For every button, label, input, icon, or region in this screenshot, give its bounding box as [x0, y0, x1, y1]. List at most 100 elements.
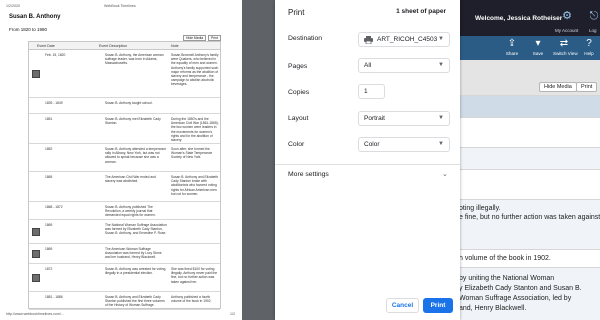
chevron-down-icon[interactable]: ⌄ [442, 170, 448, 178]
event-description-cell: The American Woman Suffrage Association … [105, 247, 162, 260]
table-row: 1872 Susan B. Anthony was arrested for vo… [29, 264, 220, 292]
portrait-thumbnail [32, 70, 40, 78]
table-row [455, 169, 600, 199]
pages-value: All [364, 62, 372, 69]
chevron-down-icon: ▼ [438, 115, 444, 121]
switch-view-button[interactable]: ⇄ Switch View [553, 38, 578, 59]
table-row: 1865 The American Civil War ended and sla… [29, 172, 220, 202]
note-cell: Soon after, she formed the Woman's State… [171, 147, 213, 160]
preview-footer-url: http://www.webbooktimelines.com/... [6, 312, 64, 316]
table-row: 1868 - 1872 Susan B. Anthony published Th… [29, 202, 220, 220]
pages-label: Pages [288, 63, 308, 70]
app-button-bar: Hide Media Print [455, 78, 600, 94]
color-select[interactable]: Color ▼ [358, 137, 450, 152]
dialog-title: Print [288, 8, 305, 17]
destination-select[interactable]: ART_RICOH_C4503 ▼ [358, 32, 450, 47]
share-label: Share [505, 51, 519, 56]
table-row: 1869 The National Woman Suffrage Associat… [29, 220, 220, 244]
table-row: 1881 - 1886 Susan B. Anthony and Elizabet… [29, 292, 220, 310]
note-cell: Susan B. Anthony and Elizabeth Cady Stan… [171, 175, 219, 196]
chevron-down-icon: ▼ [438, 141, 444, 147]
layout-label: Layout [288, 115, 309, 122]
save-button[interactable]: ▾ Save [527, 38, 549, 59]
layout-value: Portrait [364, 115, 385, 122]
note-cell [171, 205, 219, 219]
table-row [455, 147, 600, 169]
column-header: Note [171, 44, 179, 48]
color-value: Color [364, 141, 380, 148]
copies-input[interactable]: 1 [358, 84, 385, 99]
copies-value: 1 [364, 88, 368, 95]
event-date-cell: Feb. 15, 1820 [45, 53, 66, 57]
event-date-cell: 1869 [45, 223, 53, 227]
logout-icon[interactable]: ⎋ [585, 9, 600, 23]
destination-label: Destination [288, 35, 323, 42]
app-timeline-table: oting illegally. e fine, but no further … [455, 95, 600, 320]
event-date-cell: 1865 [45, 175, 53, 179]
save-label: Save [532, 51, 544, 56]
table-row: h volume of the book in 1902. [455, 249, 600, 267]
hide-media-button[interactable]: Hide Media [539, 82, 577, 92]
table-row: oting illegally. e fine, but no further … [455, 199, 600, 249]
sheet-count: 1 sheet of paper [396, 8, 446, 15]
event-description-cell: Susan B. Anthony taught school. [105, 101, 153, 105]
event-description-cell: Susan B. Anthony met Elizabeth Cady Stan… [105, 117, 161, 126]
layout-select[interactable]: Portrait ▼ [358, 111, 450, 126]
row-text: e fine, but no further action was taken … [459, 214, 600, 221]
preview-table-header: Event Date Event Description Note [29, 42, 220, 50]
column-header: Event Date [37, 44, 55, 48]
preview-header-site: WebBook Timelines [104, 4, 136, 8]
logout-link[interactable]: Log [589, 28, 597, 33]
app-header: Welcome, Jessica Rotheiser ⚙ My Account … [455, 0, 600, 36]
event-description-cell: The National Woman Suffrage Association … [105, 223, 167, 236]
app-print-button[interactable]: Print [576, 82, 598, 92]
save-icon: ▾ [535, 38, 541, 49]
row-text: h volume of the book in 1902. [459, 255, 551, 262]
cancel-button[interactable]: Cancel [386, 298, 419, 313]
note-cell [171, 247, 219, 263]
destination-value: ART_RICOH_C4503 [377, 36, 438, 43]
my-account-icon[interactable]: ⚙ [558, 9, 576, 23]
note-cell: Anthony published a fourth volume of the… [171, 295, 212, 304]
preview-footer-page: 1/2 [230, 312, 235, 316]
welcome-message: Welcome, Jessica Rotheiser [475, 15, 563, 22]
pages-select[interactable]: All ▼ [358, 58, 450, 73]
switch-view-icon: ⇄ [559, 38, 569, 49]
table-row [455, 117, 600, 147]
event-description-cell: Susan B. Anthony was arrested for voting… [105, 267, 166, 276]
event-date-cell: 1852 [45, 147, 53, 151]
print-button[interactable]: Print [423, 298, 453, 313]
table-row: 1851 Susan B. Anthony met Elizabeth Cady … [29, 114, 220, 144]
event-description-cell: Susan B. Anthony published The Revolutio… [105, 205, 156, 218]
event-date-cell: 1839 - 1849 [45, 101, 63, 105]
print-dialog: Print 1 sheet of paper Destination ART_R… [275, 0, 460, 320]
event-date-cell: 1869 [45, 247, 53, 251]
row-text: and, Henry Blackwell. [459, 305, 527, 312]
table-row: by uniting the National Woman y Elizabet… [455, 267, 600, 320]
event-description-cell: Susan B. Anthony and Elizabeth Cady Stan… [105, 295, 165, 308]
my-account-link[interactable]: My Account [555, 28, 578, 33]
event-date-cell: 1872 [45, 267, 53, 271]
help-icon: ? [586, 38, 592, 49]
row-text: by uniting the National Woman [459, 275, 555, 282]
portrait-thumbnail [32, 274, 40, 282]
table-row: 1852 Susan B. Anthony attended a temperan… [29, 144, 220, 172]
table-header-row [455, 95, 600, 117]
more-settings-toggle[interactable]: More settings [288, 171, 329, 178]
copies-label: Copies [288, 89, 310, 96]
note-cell [171, 101, 219, 113]
preview-page: 1/2/2020 WebBook Timelines Susan B. Anth… [0, 0, 242, 320]
note-cell: Susan Brownell Anthony's family were Qua… [171, 53, 219, 87]
preview-table: Event Date Event Description Note Feb. 1… [28, 41, 221, 310]
help-button[interactable]: ? Help [578, 38, 600, 59]
printer-icon [364, 36, 373, 44]
table-row: 1839 - 1849 Susan B. Anthony taught schoo… [29, 98, 220, 114]
note-cell: During the 1850's and the American Civil… [171, 117, 219, 143]
background-app: Welcome, Jessica Rotheiser ⚙ My Account … [455, 0, 600, 320]
share-button[interactable]: ⇪ Share [501, 38, 523, 59]
portrait-thumbnail [32, 228, 40, 236]
note-cell [171, 223, 219, 243]
event-description-cell: Susan B. Anthony attended a temperance r… [105, 147, 167, 164]
preview-subtitle: From 1820 to 1980 [9, 27, 48, 32]
table-row: 1869 The American Woman Suffrage Associat… [29, 244, 220, 264]
